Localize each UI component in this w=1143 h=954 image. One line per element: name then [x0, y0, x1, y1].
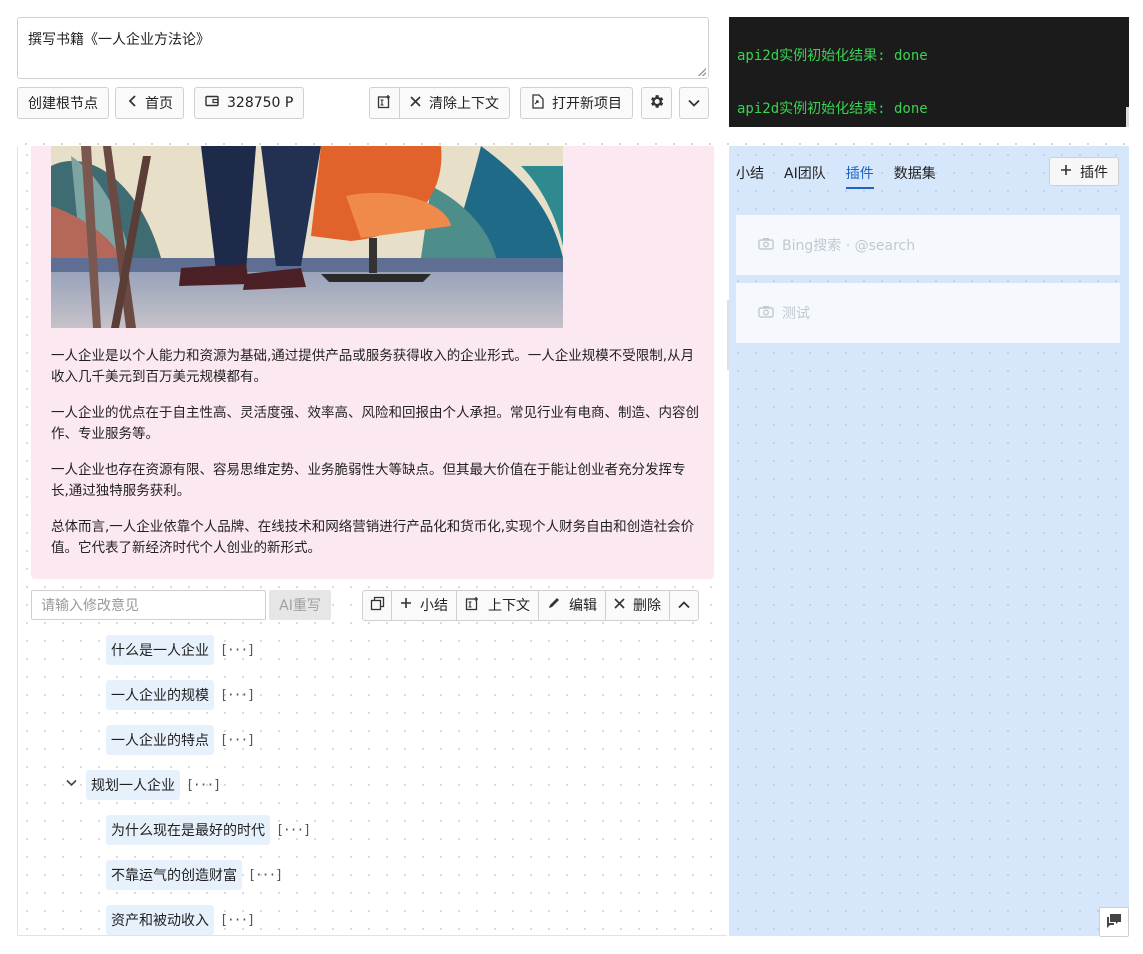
open-project-label: 打开新项目 [552, 96, 622, 112]
edit-button[interactable]: 编辑 [538, 589, 606, 621]
tree-node-label[interactable]: 规划一人企业 [86, 770, 180, 800]
open-file-icon [531, 93, 544, 113]
camera-icon [758, 237, 774, 254]
summary-button[interactable]: 小结 [391, 589, 457, 621]
expand-more-icon[interactable]: [···] [220, 688, 255, 703]
chevron-down-icon[interactable] [66, 776, 77, 790]
tree-node-label[interactable]: 一人企业的特点 [106, 725, 214, 755]
edit-label: 编辑 [569, 598, 597, 614]
tab-datasets[interactable]: 数据集 [894, 163, 936, 189]
prompt-text: 撰写书籍《一人企业方法论》 [28, 32, 210, 48]
illustration-image [51, 146, 563, 328]
tree-node-label[interactable]: 一人企业的规模 [106, 680, 214, 710]
paragraph: 总体而言,一人企业依靠个人品牌、在线技术和网络营销进行产品化和货币化,实现个人财… [51, 519, 695, 556]
chat-icon [1106, 913, 1122, 932]
terminal-line: api2d实例初始化结果: done [737, 48, 928, 64]
mindmap-canvas[interactable]: 一人企业是以个人能力和资源为基础,通过提供产品或服务获得收入的企业形式。一人企业… [17, 146, 727, 936]
tree-node[interactable]: 为什么现在是最好的时代 [···] [106, 815, 311, 845]
gear-icon [648, 93, 665, 114]
copy-icon [370, 596, 385, 615]
tree-node-label[interactable]: 资产和被动收入 [106, 905, 214, 935]
chevron-up-icon [678, 597, 690, 613]
close-icon [410, 95, 421, 111]
side-panel: 小结 AI团队 插件 数据集 插件 Bing搜索 · @search 测试 [729, 146, 1129, 936]
side-tabs: 小结 AI团队 插件 数据集 [736, 163, 956, 189]
chevron-left-icon [128, 95, 137, 111]
terminal-line: api2d实例初始化结果: done [737, 101, 928, 117]
chat-button[interactable] [1099, 907, 1129, 937]
tab-plugins[interactable]: 插件 [845, 163, 874, 189]
revision-placeholder: 请输入修改意见 [41, 598, 139, 614]
revision-input[interactable]: 请输入修改意见 [31, 590, 266, 620]
tree-node[interactable]: 一人企业的规模 [···] [106, 680, 255, 710]
clear-context-button[interactable]: 清除上下文 [399, 87, 510, 119]
camera-icon [758, 305, 774, 322]
tree-node-label[interactable]: 为什么现在是最好的时代 [106, 815, 270, 845]
pencil-icon [547, 596, 561, 614]
node-actions: 小结 上下文 编辑 删除 [362, 589, 699, 621]
add-context-icon [465, 596, 480, 615]
expand-more-icon[interactable]: [···] [220, 913, 255, 928]
open-project-button[interactable]: 打开新项目 [520, 87, 633, 119]
context-label: 上下文 [488, 598, 530, 614]
plugin-name: Bing搜索 · @search [782, 238, 916, 254]
ai-rewrite-label: AI重写 [279, 598, 321, 614]
settings-button[interactable] [641, 87, 672, 119]
edit-toolbar: 请输入修改意见 AI重写 小结 上下文 编辑 删除 [31, 589, 714, 621]
paragraph: 一人企业也存在资源有限、容易思维定势、业务脆弱性大等缺点。但其最大价值在于能让创… [51, 462, 686, 499]
tree-node[interactable]: 规划一人企业 [···] [86, 770, 221, 800]
plus-icon [400, 597, 412, 613]
terminal-log: api2d实例初始化结果: done api2d实例初始化结果: done [729, 17, 1129, 127]
tree-node-label[interactable]: 什么是一人企业 [106, 635, 214, 665]
terminal-scrollbar[interactable] [1126, 107, 1129, 127]
expand-more-icon[interactable]: [···] [248, 868, 283, 883]
tree-node[interactable]: 不靠运气的创造财富 [···] [106, 860, 283, 890]
clear-context-label: 清除上下文 [429, 96, 499, 112]
delete-button[interactable]: 删除 [605, 589, 670, 621]
expand-more-icon[interactable]: [···] [186, 778, 221, 793]
points-button[interactable]: 328750 P [194, 87, 305, 119]
wallet-icon [205, 95, 219, 111]
plugin-card[interactable]: Bing搜索 · @search [736, 215, 1120, 275]
expand-button[interactable] [679, 87, 709, 119]
splitter[interactable] [17, 135, 1129, 145]
plugin-name: 测试 [782, 306, 810, 322]
summary-label: 小结 [420, 598, 448, 614]
add-plugin-label: 插件 [1080, 164, 1108, 181]
duplicate-button[interactable] [362, 589, 392, 621]
tree-node[interactable]: 什么是一人企业 [···] [106, 635, 255, 665]
tree-node-label[interactable]: 不靠运气的创造财富 [106, 860, 242, 890]
chevron-down-icon [688, 95, 700, 111]
home-button[interactable]: 首页 [115, 87, 184, 119]
paragraph: 一人企业的优点在于自主性高、灵活度强、效率高、风险和回报由个人承担。常见行业有电… [51, 405, 699, 442]
resize-handle[interactable] [698, 68, 706, 76]
content-card: 一人企业是以个人能力和资源为基础,通过提供产品或服务获得收入的企业形式。一人企业… [31, 146, 714, 579]
add-context-icon [377, 94, 392, 113]
points-label: 328750 P [227, 95, 294, 111]
copy-context-button[interactable] [369, 87, 400, 119]
prompt-input[interactable]: 撰写书籍《一人企业方法论》 [17, 17, 709, 79]
card-body: 一人企业是以个人能力和资源为基础,通过提供产品或服务获得收入的企业形式。一人企业… [51, 346, 701, 574]
context-button[interactable]: 上下文 [456, 589, 539, 621]
tree-node[interactable]: 一人企业的特点 [···] [106, 725, 255, 755]
collapse-button[interactable] [669, 589, 699, 621]
ai-rewrite-button[interactable]: AI重写 [269, 590, 331, 620]
tab-summary[interactable]: 小结 [736, 163, 764, 189]
create-root-label: 创建根节点 [28, 96, 98, 112]
close-icon [614, 597, 625, 613]
expand-more-icon[interactable]: [···] [220, 733, 255, 748]
expand-more-icon[interactable]: [···] [220, 643, 255, 658]
tab-ai-team[interactable]: AI团队 [784, 163, 826, 189]
delete-label: 删除 [633, 598, 661, 614]
create-root-button[interactable]: 创建根节点 [17, 87, 109, 119]
add-plugin-button[interactable]: 插件 [1049, 157, 1119, 186]
plugin-card[interactable]: 测试 [736, 283, 1120, 343]
plus-icon [1060, 164, 1072, 180]
home-label: 首页 [145, 96, 173, 112]
expand-more-icon[interactable]: [···] [276, 823, 311, 838]
paragraph: 一人企业是以个人能力和资源为基础,通过提供产品或服务获得收入的企业形式。一人企业… [51, 348, 695, 385]
tree-node[interactable]: 资产和被动收入 [···] [106, 905, 255, 935]
